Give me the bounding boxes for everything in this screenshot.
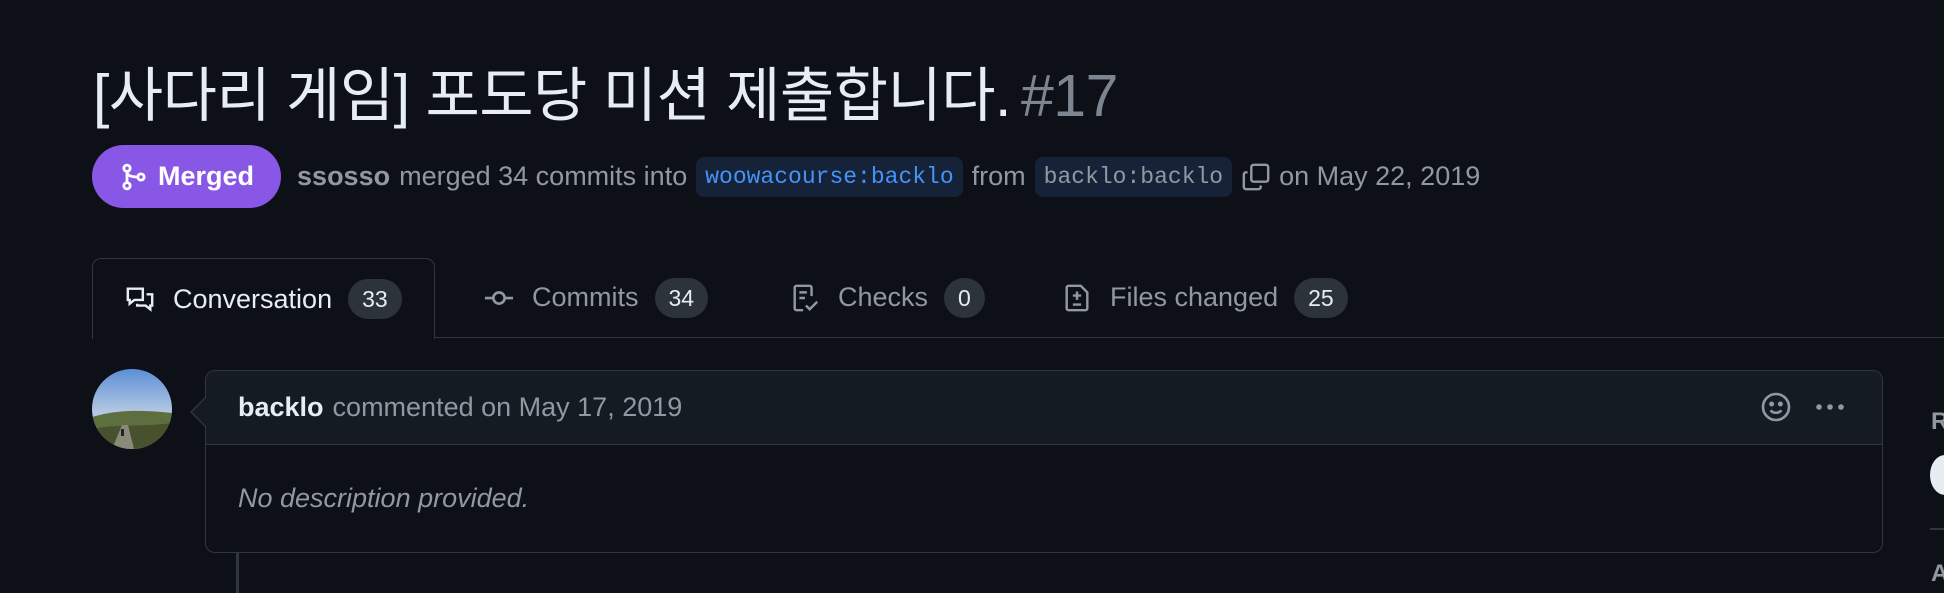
pr-title: [사다리 게임] 포도당 미션 제출합니다. #17	[93, 48, 1118, 133]
avatar[interactable]	[92, 369, 172, 449]
base-branch-link[interactable]: woowacourse:backlo	[696, 156, 963, 197]
merge-date: on May 22, 2019	[1279, 161, 1481, 191]
sidebar-divider	[1930, 528, 1944, 530]
file-diff-icon	[1065, 284, 1089, 311]
comment-body: No description provided.	[238, 483, 530, 513]
sidebar-reviewer-avatar[interactable]	[1930, 455, 1944, 495]
comment-box: backlo commented on May 17, 2019 No desc…	[205, 370, 1883, 553]
comment-meta[interactable]: commented on May 17, 2019	[333, 392, 683, 423]
tab-files-changed[interactable]: Files changed 25	[1062, 258, 1348, 337]
tab-conversation[interactable]: Conversation 33	[92, 258, 435, 339]
tab-counter: 33	[348, 279, 402, 319]
comment-arrow-fill	[192, 398, 206, 426]
from-text: from	[971, 161, 1026, 191]
sidebar-reviewers-label: R	[1931, 408, 1944, 435]
smiley-icon[interactable]	[1760, 391, 1792, 423]
avatar-photo	[92, 369, 172, 449]
tab-commits[interactable]: Commits 34	[484, 258, 709, 337]
tab-label: Conversation	[173, 283, 333, 314]
copy-icon[interactable]	[1241, 162, 1271, 192]
pr-title-text: [사다리 게임] 포도당 미션 제출합니다.	[93, 63, 1011, 129]
pr-number: #17	[1020, 63, 1118, 129]
head-branch-link[interactable]: backlo:backlo	[1034, 156, 1233, 197]
merged-commits-text: merged 34 commits into	[399, 161, 688, 191]
tab-label: Files changed	[1110, 282, 1279, 312]
merged-state-badge: Merged	[92, 145, 282, 208]
comment-header: backlo commented on May 17, 2019	[206, 371, 1882, 445]
git-commit-icon	[484, 290, 514, 305]
timeline-line	[236, 553, 239, 593]
checklist-icon	[793, 284, 819, 311]
tab-label: Checks	[838, 282, 929, 312]
kebab-horizontal-icon[interactable]	[1814, 391, 1846, 423]
git-merge-icon	[122, 163, 146, 190]
tab-counter: 0	[944, 277, 985, 318]
pr-tabs: Conversation 33 Commits 34 Checks 0 File…	[92, 258, 1944, 339]
comment-discussion-icon	[126, 287, 154, 312]
tab-counter: 34	[654, 277, 709, 318]
sidebar-assignees-label: A	[1931, 560, 1944, 587]
tab-checks[interactable]: Checks 0	[790, 258, 985, 337]
merged-by-author-link[interactable]: ssosso	[297, 161, 390, 192]
comment-author-link[interactable]: backlo	[238, 392, 324, 423]
tab-counter: 25	[1294, 277, 1348, 318]
pr-meta: Merged ssosso merged 34 commits into woo…	[92, 145, 1480, 208]
tab-label: Commits	[532, 282, 639, 312]
merged-state-label: Merged	[158, 161, 255, 191]
